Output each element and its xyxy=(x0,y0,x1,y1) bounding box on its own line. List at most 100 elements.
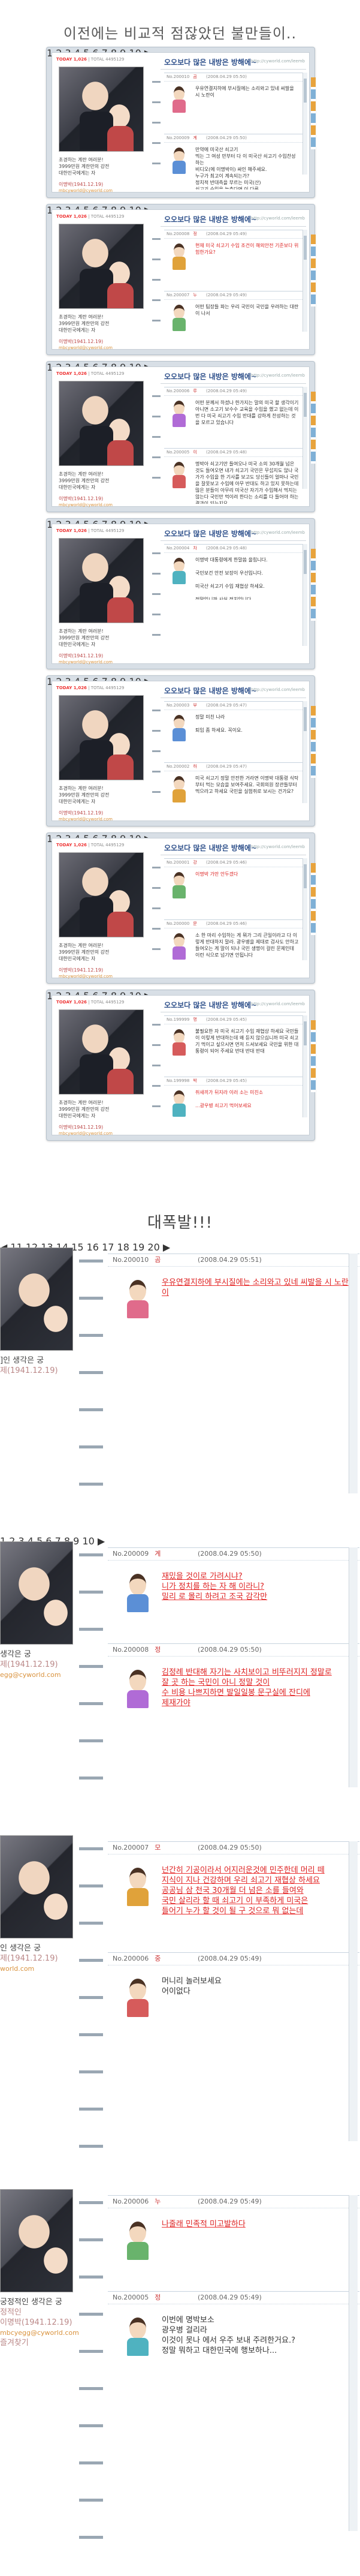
miniroom-avatar xyxy=(168,461,190,491)
scrollbar[interactable] xyxy=(349,1547,358,1787)
scrollbar[interactable] xyxy=(349,1254,358,1493)
avatar-body xyxy=(127,2338,149,2356)
entry-author[interactable]: 정 xyxy=(155,1646,161,1654)
profile-text-zoom: 궁정적인 생각은 궁 정적인 이명박(1941.12.19) mbcyegg@cywo… xyxy=(0,2297,79,2348)
owner-email[interactable]: mbcyworld@cyworld.com xyxy=(59,188,149,194)
profile-line: 인 생각은 궁 xyxy=(0,1944,41,1953)
entry-author[interactable]: 부 xyxy=(193,703,196,708)
entry-author[interactable]: 루 xyxy=(193,389,196,393)
profile-text-zoom: 생각은 궁 제(1941.12.19) egg@cyworld.com xyxy=(0,1649,75,1680)
entry-header: No.199999 명 (2008.04.29 05:45) xyxy=(164,1015,302,1024)
mini-url[interactable]: http://cyworld.com/leemb xyxy=(251,687,305,692)
owner-name[interactable]: 이명박(1941.12.19) xyxy=(59,495,149,502)
profile-line[interactable]: egg@cyworld.com xyxy=(0,1670,75,1680)
entry-date: (2008.04.29 05:49) xyxy=(206,389,247,393)
profile-line: 초경하는 계란 여러분! xyxy=(59,1100,104,1105)
entry-text: 머니리 놀러보세요 어이없다 xyxy=(162,1977,222,1996)
entry-date: (2008.04.29 05:51) xyxy=(198,1256,262,1264)
entry-author[interactable]: 차 xyxy=(193,546,196,551)
entry-date: (2008.04.29 05:46) xyxy=(206,921,247,926)
entry-text: 나줄래 민족적 미고발하다 xyxy=(162,2220,246,2229)
mini-url[interactable]: http://cyworld.com/leemb xyxy=(251,373,305,378)
scrollbar[interactable] xyxy=(302,858,307,960)
miniroom-avatar xyxy=(120,1865,156,1907)
menu-tabs[interactable] xyxy=(311,549,316,621)
entry-text: 현재 미국 쇠고기 수입 조건이 해외안전 기준보다 위험한가요? xyxy=(195,243,299,255)
owner-name[interactable]: 이명박(1941.12.19) xyxy=(59,338,149,345)
avatar-head xyxy=(174,1090,184,1105)
entry-author[interactable]: 계 xyxy=(155,1550,161,1558)
entry-author[interactable]: 이 xyxy=(193,450,196,455)
profile-line[interactable]: mbcyegg@cyworld.com xyxy=(0,2328,79,2338)
profile-line[interactable]: world.com xyxy=(0,1964,75,1974)
entry-author[interactable]: 계 xyxy=(193,136,196,140)
owner-name[interactable]: 이명박(1941.12.19) xyxy=(59,653,149,659)
entry-body: 이명박 대통령에게 한말씀 올립니다. 국민보건 안전 보장이 우선입니다. 미… xyxy=(164,553,302,602)
owner-email[interactable]: mbcyworld@cyworld.com xyxy=(59,973,149,980)
scrollbar[interactable] xyxy=(302,544,307,646)
guestbook-panel: TODAY 1,026 | TOTAL 4495129 초경하는 계란 여러분! 3… xyxy=(46,832,316,984)
scrollbar[interactable] xyxy=(302,73,307,175)
owner-name[interactable]: 이명박(1941.12.19) xyxy=(59,967,149,973)
profile-line[interactable]: 제(1941.12.19) xyxy=(0,1660,75,1670)
scrollbar[interactable] xyxy=(302,1015,307,1117)
owner-email[interactable]: mbcyworld@cyworld.com xyxy=(59,502,149,509)
avatar-body xyxy=(173,728,186,741)
entry-author[interactable]: 강 xyxy=(193,860,196,865)
scrollbar[interactable] xyxy=(302,230,307,332)
guestbook-panel: TODAY 1,026 | TOTAL 4495129 초경하는 계란 여러분! 3… xyxy=(46,990,316,1141)
entry-author[interactable]: 중 xyxy=(155,1955,161,1962)
entry-text: 미국 쇠고기 정말 안전한 거라면 이명박 대통령 식탁부터 먹는 모습을 보여… xyxy=(195,775,299,794)
menu-tabs[interactable] xyxy=(311,1020,316,1092)
owner-email[interactable]: mbcyworld@cyworld.com xyxy=(59,816,149,823)
profile-line[interactable]: 제(1941.12.19) xyxy=(0,1366,75,1376)
profile-line: 초경하는 계란 여러분! xyxy=(59,943,104,948)
profile-line[interactable]: 즐겨찾기 xyxy=(0,2338,75,2348)
mini-url[interactable]: http://cyworld.com/leemb xyxy=(251,59,305,64)
mini-url[interactable]: http://cyworld.com/leemb xyxy=(251,844,305,849)
miniroom-avatar xyxy=(168,557,190,587)
menu-tabs[interactable] xyxy=(311,706,316,778)
entry-author[interactable]: 정 xyxy=(155,2294,161,2301)
entry-author[interactable]: 곰 xyxy=(155,1256,161,1264)
entry-author[interactable]: 누 xyxy=(155,2198,161,2205)
mini-url[interactable]: http://cyworld.com/leemb xyxy=(251,216,305,221)
owner-email[interactable]: mbcyworld@cyworld.com xyxy=(59,659,149,666)
menu-tabs[interactable] xyxy=(311,863,316,935)
entry-author[interactable]: 박 xyxy=(193,1078,196,1083)
entry-author[interactable]: 문 xyxy=(193,921,196,926)
entry-author[interactable]: 정 xyxy=(193,232,196,236)
mini-url[interactable]: http://cyworld.com/leemb xyxy=(251,1002,305,1006)
entry-author[interactable]: 명 xyxy=(193,1017,196,1022)
profile-line[interactable]: 이명박(1941.12.19) xyxy=(0,2318,75,2328)
mini-url[interactable]: http://cyworld.com/leemb xyxy=(251,530,305,535)
profile-line[interactable]: 정적인 xyxy=(0,2307,75,2318)
entry-author[interactable]: 누 xyxy=(193,293,196,297)
owner-name[interactable]: 이명박(1941.12.19) xyxy=(59,810,149,816)
avatar-body xyxy=(173,318,186,331)
menu-tabs[interactable] xyxy=(311,235,316,306)
entry-body: 현재 미국 쇠고기 수입 조건이 해외안전 기준보다 위험한가요? xyxy=(164,239,302,287)
entry-number: No.200006 xyxy=(113,1955,149,1962)
total-label: | TOTAL 4495129 xyxy=(86,843,125,847)
menu-tabs[interactable] xyxy=(311,77,316,149)
scrollbar[interactable] xyxy=(302,387,307,489)
entry-header: No.200000 문 (2008.04.29 05:46) xyxy=(164,919,302,928)
owner-email[interactable]: mbcyworld@cyworld.com xyxy=(59,1131,149,1137)
today-label: TODAY 1,026 xyxy=(56,214,87,219)
entry-author[interactable]: 모 xyxy=(155,1844,161,1851)
profile-photo xyxy=(59,381,144,466)
owner-name[interactable]: 이명박(1941.12.19) xyxy=(59,1124,149,1131)
scrollbar[interactable] xyxy=(302,701,307,803)
scrollbar[interactable] xyxy=(349,1841,358,2141)
profile-photo-zoom xyxy=(0,1248,73,1351)
owner-name[interactable]: 이명박(1941.12.19) xyxy=(59,181,149,188)
menu-tabs[interactable] xyxy=(311,392,316,464)
scrollbar[interactable] xyxy=(349,2195,358,2531)
entry-number: No.200007 xyxy=(167,293,190,297)
entry-author[interactable]: 하 xyxy=(193,764,196,769)
entry-author[interactable]: 곰 xyxy=(193,74,196,79)
profile-line[interactable]: 제(1941.12.19) xyxy=(0,1953,75,1964)
owner-email[interactable]: mbcyworld@cyworld.com xyxy=(59,345,149,351)
guestbook-panel: TODAY 1,026 | TOTAL 4495129 초경하는 계란 여러분! 3… xyxy=(46,675,316,826)
